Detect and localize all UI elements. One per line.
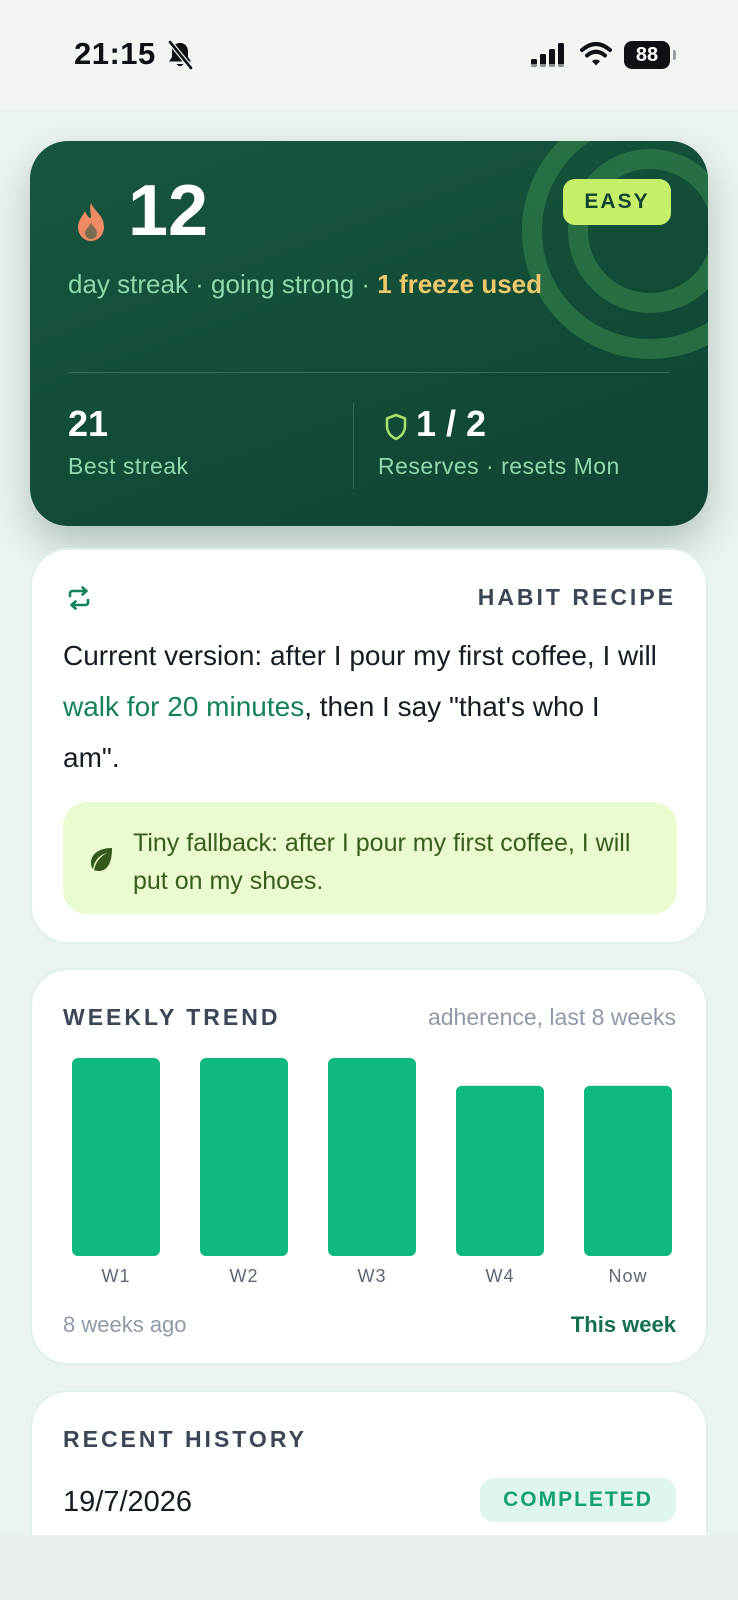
trend-bar-w4: [456, 1085, 544, 1256]
trend-bar-label-w3: W3: [357, 1266, 387, 1286]
streak-count: 12: [128, 171, 209, 251]
bell-slash-icon: [168, 40, 193, 70]
shield-icon: [385, 413, 407, 441]
difficulty-badge: EASY: [563, 179, 671, 225]
habit-recipe-title: HABIT RECIPE: [477, 584, 676, 610]
leaf-icon: [91, 848, 112, 871]
streak-card: 12 EASY day streak · going strong · 1 fr…: [30, 141, 708, 526]
recent-history-card: RECENT HISTORY 19/7/2026 COMPLETED: [30, 1390, 708, 1550]
bottom-bar: [0, 1535, 738, 1600]
best-streak-value: 21: [68, 403, 109, 444]
weekly-trend-card: WEEKLY TREND adherence, last 8 weeks W1 W…: [30, 968, 708, 1365]
tiny-fallback-text: Tiny fallback: after I pour my first cof…: [133, 829, 631, 895]
trend-bar-w2: [200, 1058, 288, 1256]
best-streak-label: Best streak: [68, 453, 189, 479]
status-time: 21:15: [74, 36, 156, 71]
trend-bar-label-w4: W4: [485, 1266, 515, 1286]
recent-history-title: RECENT HISTORY: [63, 1426, 307, 1452]
status-bar: 21:15 88: [0, 0, 738, 110]
history-entry-date: 19/7/2026: [63, 1486, 193, 1518]
weekly-trend-title: WEEKLY TREND: [63, 1004, 281, 1030]
recipe-text-before: Current version: after I pour my first c…: [63, 640, 657, 671]
streak-subtitle: day streak · going strong · 1 freeze use…: [68, 267, 588, 302]
reserves-value: 1 / 2: [416, 403, 487, 444]
recipe-text: Current version: after I pour my first c…: [63, 630, 663, 783]
hero-vertical-divider: [353, 403, 354, 489]
trend-bar-w3: [328, 1058, 416, 1256]
tiny-fallback-box: Tiny fallback: after I pour my first cof…: [63, 802, 677, 914]
cellular-signal-icon: [531, 43, 564, 67]
trend-bar-w1: [72, 1058, 160, 1256]
weekly-trend-note: adherence, last 8 weeks: [427, 1004, 676, 1030]
reserves-label: Reserves · resets Mon: [378, 453, 620, 479]
weekly-trend-chart: [72, 1058, 672, 1256]
wifi-icon: [580, 42, 612, 66]
freeze-used-text: 1 freeze used: [377, 269, 543, 299]
hero-divider: [68, 372, 670, 373]
trend-start-label: 8 weeks ago: [63, 1312, 187, 1337]
battery-icon: 88: [624, 41, 676, 69]
recipe-action-highlight: walk for 20 minutes: [63, 691, 305, 722]
battery-level: 88: [635, 43, 659, 66]
trend-end-label: This week: [570, 1312, 676, 1337]
trend-bar-label-now: Now: [608, 1266, 648, 1286]
history-status-badge: COMPLETED: [480, 1478, 676, 1522]
flame-icon: [78, 203, 104, 241]
streak-subtitle-main: day streak · going strong ·: [68, 269, 378, 299]
habit-recipe-card: HABIT RECIPE Current version: after I po…: [30, 548, 708, 944]
trend-bar-label-w1: W1: [101, 1266, 131, 1286]
trend-bar-now: [584, 1085, 672, 1256]
trend-bar-label-w2: W2: [229, 1266, 259, 1286]
decorative-rings: [522, 141, 708, 359]
repeat-icon: [68, 586, 90, 610]
